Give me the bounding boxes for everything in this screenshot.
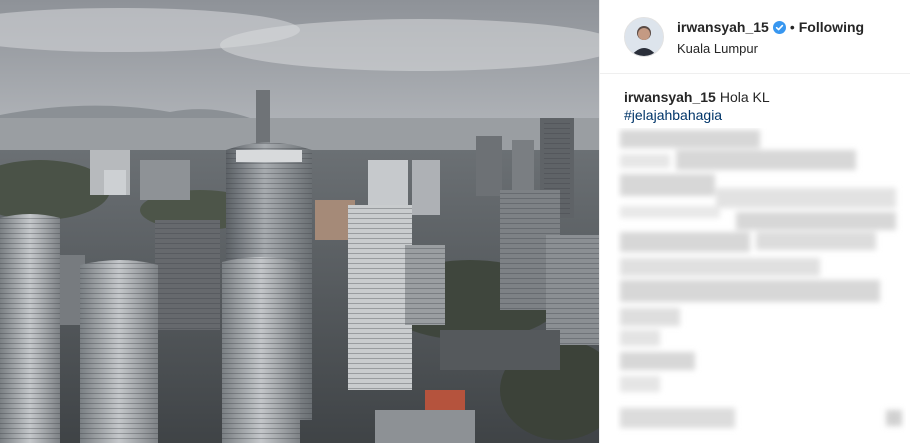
caption-text: Hola KL [719, 89, 770, 105]
instagram-post: irwansyah_15 • Following Kuala Lumpur ir… [0, 0, 910, 443]
header-row: irwansyah_15 • Following [677, 18, 864, 36]
following-button[interactable]: Following [799, 18, 864, 36]
hashtag-link[interactable]: #jelajahbahagia [624, 107, 722, 123]
username-link[interactable]: irwansyah_15 [677, 18, 769, 36]
post-caption: irwansyah_15 Hola KL #jelajahbahagia [600, 74, 910, 124]
location-link[interactable]: Kuala Lumpur [677, 41, 864, 56]
blurred-comments [616, 128, 906, 440]
verified-badge-icon [772, 20, 786, 34]
profile-avatar[interactable] [624, 16, 664, 57]
header-info: irwansyah_15 • Following Kuala Lumpur [677, 18, 864, 56]
caption-username-link[interactable]: irwansyah_15 [624, 89, 716, 105]
post-sidebar: irwansyah_15 • Following Kuala Lumpur ir… [599, 0, 910, 443]
post-photo[interactable] [0, 0, 599, 443]
post-header: irwansyah_15 • Following Kuala Lumpur [600, 0, 910, 74]
separator-dot: • [789, 18, 795, 35]
